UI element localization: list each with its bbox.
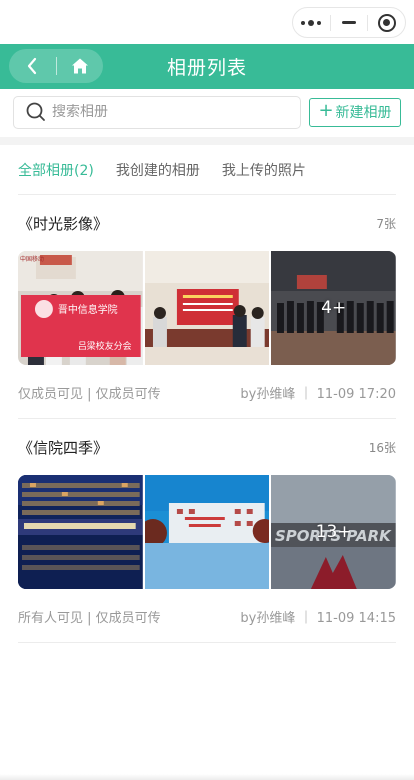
album-card[interactable]: 《信院四季》 16张 SPORTS PARK 13+ 所有人可见 | 仅成员可传… — [18, 419, 396, 643]
tab-my-created[interactable]: 我创建的相册 — [116, 160, 200, 180]
home-icon — [71, 58, 88, 74]
status-bar — [0, 0, 414, 44]
search-row: + 新建相册 — [0, 89, 414, 135]
new-album-button[interactable]: + 新建相册 — [309, 97, 401, 127]
chevron-left-icon — [28, 57, 37, 75]
bottom-edge — [0, 774, 414, 780]
more-photos-count: 13+ — [315, 522, 352, 542]
search-input[interactable] — [52, 104, 272, 120]
plus-icon: + — [318, 100, 334, 121]
search-box[interactable] — [13, 95, 301, 129]
minus-icon — [342, 21, 356, 24]
tab-my-uploads[interactable]: 我上传的照片 — [222, 160, 306, 180]
home-button[interactable] — [56, 49, 103, 83]
album-photo[interactable]: SPORTS PARK 13+ — [271, 475, 396, 589]
svg-text:中国移动: 中国移动 — [20, 255, 44, 263]
album-visibility: 所有人可见 | 仅成员可传 — [18, 611, 161, 626]
album-photo-count: 16张 — [368, 440, 396, 455]
close-miniprogram-button[interactable] — [368, 8, 405, 37]
search-icon — [26, 102, 45, 121]
svg-text:吕梁校友分会: 吕梁校友分会 — [78, 340, 132, 352]
album-tabs: 全部相册(2) 我创建的相册 我上传的照片 — [18, 145, 396, 195]
album-title: 《时光影像》 — [18, 214, 109, 233]
album-photo[interactable] — [18, 475, 143, 589]
album-photo[interactable]: 晋中信息学院 吕梁校友分会 中国移动 — [18, 251, 143, 365]
album-photo[interactable]: 4+ — [271, 251, 396, 365]
minimize-button[interactable] — [331, 8, 368, 37]
more-dots-icon — [301, 19, 322, 26]
nav-capsule — [9, 49, 103, 83]
target-icon — [377, 13, 396, 32]
album-footer: 仅成员可见 | 仅成员可传 by孙维峰 ｜ 11-09 17:20 — [18, 383, 396, 402]
album-visibility: 仅成员可见 | 仅成员可传 — [18, 387, 161, 402]
svg-text:晋中信息学院: 晋中信息学院 — [58, 303, 118, 316]
album-meta: by孙维峰 ｜ 11-09 14:15 — [240, 611, 396, 626]
tab-all-albums[interactable]: 全部相册(2) — [18, 160, 94, 180]
more-photos-count: 4+ — [321, 298, 347, 318]
album-meta: by孙维峰 ｜ 11-09 17:20 — [240, 387, 396, 402]
album-header: 《信院四季》 16张 — [18, 419, 396, 475]
miniprogram-capsule — [292, 7, 406, 38]
section-divider — [0, 137, 414, 145]
album-card[interactable]: 《时光影像》 7张 晋中信息学院 吕梁校友分会 中国移动 4+ 仅成员可见 | … — [18, 195, 396, 419]
album-photo-strip: 晋中信息学院 吕梁校友分会 中国移动 4+ — [18, 251, 396, 365]
album-title: 《信院四季》 — [18, 438, 109, 457]
page-title: 相册列表 — [166, 57, 247, 79]
back-button[interactable] — [9, 49, 56, 83]
album-photo-strip: SPORTS PARK 13+ — [18, 475, 396, 589]
album-photo[interactable] — [144, 475, 270, 589]
navigation-bar: 相册列表 — [0, 44, 414, 89]
album-photo[interactable] — [144, 251, 270, 365]
album-footer: 所有人可见 | 仅成员可传 by孙维峰 ｜ 11-09 14:15 — [18, 607, 396, 626]
album-photo-count: 7张 — [376, 216, 396, 231]
album-header: 《时光影像》 7张 — [18, 195, 396, 251]
new-album-label: 新建相册 — [335, 105, 392, 121]
more-button[interactable] — [293, 8, 330, 37]
